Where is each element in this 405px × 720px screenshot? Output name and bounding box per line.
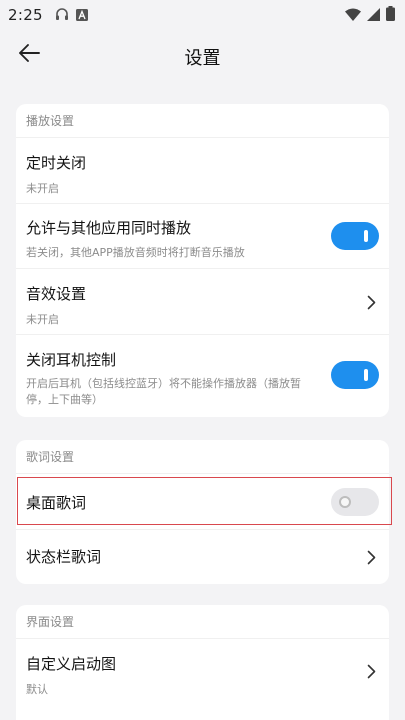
custom-splash-row[interactable]: 自定义启动图 默认: [16, 639, 389, 720]
sound-effect-row[interactable]: 音效设置 未开启: [16, 269, 389, 335]
earphone-control-desc: 开启后耳机（包括线控蓝牙）将不能操作播放器（播放暂停，上下曲等）: [26, 377, 301, 406]
chevron-right-icon: [365, 549, 377, 565]
statusbar-lyrics-title: 状态栏歌词: [26, 548, 102, 566]
desktop-lyrics-row[interactable]: 桌面歌词: [16, 474, 389, 530]
mix-playback-desc: 若关闭，其他APP播放音频时将打断音乐播放: [26, 246, 245, 259]
earphone-control-toggle[interactable]: [331, 361, 379, 389]
section-header-playback: 播放设置: [16, 104, 389, 138]
chevron-right-icon: [365, 663, 377, 679]
status-time: 2:25: [8, 6, 43, 24]
custom-splash-title: 自定义启动图: [26, 655, 117, 673]
lyrics-settings-card: 歌词设置 桌面歌词 状态栏歌词: [16, 440, 389, 584]
custom-splash-status: 默认: [26, 683, 48, 696]
app-bar: 设置: [0, 30, 405, 82]
desktop-lyrics-title: 桌面歌词: [26, 494, 87, 512]
statusbar-lyrics-row[interactable]: 状态栏歌词: [16, 530, 389, 584]
interface-settings-card: 界面设置 自定义启动图 默认: [16, 605, 389, 720]
font-a-icon: [75, 6, 88, 25]
mix-playback-title: 允许与其他应用同时播放: [26, 219, 192, 237]
timer-close-row[interactable]: 定时关闭 未开启: [16, 138, 389, 204]
section-header-interface: 界面设置: [16, 605, 389, 639]
chevron-right-icon: [365, 294, 377, 310]
timer-close-status: 未开启: [26, 182, 59, 195]
mix-playback-toggle[interactable]: [331, 222, 379, 250]
page-title: 设置: [184, 48, 221, 69]
wifi-icon: [345, 6, 361, 25]
mix-playback-row[interactable]: 允许与其他应用同时播放 若关闭，其他APP播放音频时将打断音乐播放: [16, 204, 389, 269]
status-bar: 2:25: [0, 0, 405, 30]
section-header-lyrics: 歌词设置: [16, 440, 389, 474]
sound-effect-status: 未开启: [26, 313, 59, 326]
earphone-control-title: 关闭耳机控制: [26, 351, 117, 369]
battery-icon: [386, 5, 395, 25]
headphones-icon: [55, 6, 69, 25]
earphone-control-row[interactable]: 关闭耳机控制 开启后耳机（包括线控蓝牙）将不能操作播放器（播放暂停，上下曲等）: [16, 335, 389, 417]
sound-effect-title: 音效设置: [26, 285, 87, 303]
playback-settings-card: 播放设置 定时关闭 未开启 允许与其他应用同时播放 若关闭，其他APP播放音频时…: [16, 104, 389, 417]
desktop-lyrics-toggle[interactable]: [331, 488, 379, 516]
timer-close-title: 定时关闭: [26, 154, 87, 172]
signal-icon: [367, 6, 380, 25]
